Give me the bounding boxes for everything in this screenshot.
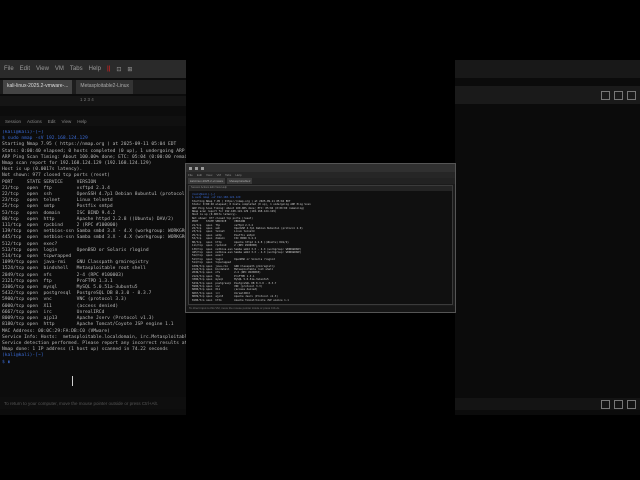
vm-tab-bar: kali-linux-2025.2-vmware-... Metasploita… <box>0 80 186 94</box>
mouse-cursor-icon <box>72 376 75 386</box>
vmware-statusbar: To return to your computer, move the mou… <box>0 397 186 409</box>
tab-metasploitable[interactable]: Metasploitable2-Linux <box>76 80 134 94</box>
mini-guest-screen[interactable]: Session Actions Edit View Help (kali@kal… <box>188 185 453 305</box>
usb-icon[interactable] <box>614 399 623 409</box>
close-icon[interactable] <box>627 90 636 100</box>
mini-menu-view[interactable]: View <box>206 173 212 177</box>
menu-view[interactable]: View <box>36 66 49 72</box>
output-line: Starting Nmap 7.95 ( https://nmap.org ) … <box>2 142 177 148</box>
mini-menu-edit[interactable]: Edit <box>197 173 202 177</box>
mini-titlebar <box>186 164 455 172</box>
menu-help-terminal[interactable]: Help <box>77 119 86 124</box>
sound-icon[interactable] <box>627 399 636 409</box>
menu-session[interactable]: Session <box>5 119 21 124</box>
menu-tabs[interactable]: Tabs <box>70 66 83 72</box>
mini-output-line: 8180/tcp open http Apache Tomcat/Coyote … <box>192 298 289 301</box>
workspace-switcher[interactable]: 1 2 3 4 <box>80 97 94 102</box>
vmware-window: File Edit View VM Tabs Help || ⊡ ⊞ kali-… <box>0 60 186 415</box>
mini-menu-help[interactable]: Help <box>235 173 241 177</box>
end-cursor-line: $ ▮ <box>2 359 11 365</box>
background-window-right <box>455 60 640 415</box>
mini-tab-kali[interactable]: kali-linux-2025.2-vmware <box>188 178 226 184</box>
mini-menu-tabs[interactable]: Tabs <box>225 173 231 177</box>
output-line: Stats: 0:00:40 elapsed; 0 hosts complete… <box>2 148 185 154</box>
mini-menu-vm[interactable]: VM <box>216 173 221 177</box>
maximize-icon[interactable] <box>614 90 623 100</box>
pause-icon[interactable]: || <box>107 66 110 72</box>
output-line: 8180/tcp open http Apache Tomcat/Coyote … <box>2 322 174 328</box>
right-statusbar <box>455 398 640 410</box>
mini-tab-bar: kali-linux-2025.2-vmware Metasploitable2 <box>186 178 455 184</box>
mini-terminal-output[interactable]: (kali@kali)-[~] $ sudo nmap -sV 192.168.1… <box>192 193 450 301</box>
terminal-output[interactable]: (kali@kali)-[~] $ sudo nmap -sV 192.168.1… <box>2 130 186 390</box>
mini-menu-file[interactable]: File <box>188 173 193 177</box>
minimize-icon[interactable] <box>601 90 610 100</box>
menu-file[interactable]: File <box>4 66 14 72</box>
vmware-mini-window[interactable]: File Edit View VM Tabs Help kali-linux-2… <box>185 163 456 313</box>
output-line: Service Info: Hosts: metasploitable.loca… <box>2 334 186 340</box>
fullscreen-icon[interactable]: ⊞ <box>127 66 132 73</box>
mini-panel-menu: Session Actions Edit View Help <box>191 186 227 189</box>
mini-terminal-menubar: Session Actions Edit View Help <box>189 186 452 191</box>
right-toolbar <box>455 86 640 104</box>
tab-kali[interactable]: kali-linux-2025.2-vmware-... <box>3 80 73 94</box>
guest-taskbar: 1 2 3 4 <box>0 96 186 106</box>
menu-edit[interactable]: Edit <box>20 66 30 72</box>
right-titlebar <box>455 60 640 78</box>
menu-edit-terminal[interactable]: Edit <box>48 119 56 124</box>
network-icon[interactable] <box>601 399 610 409</box>
output-line: 445/tcp open netbios-ssn Samba smbd 3.X … <box>2 235 186 241</box>
vmware-menubar: File Edit View VM Tabs Help || ⊡ ⊞ <box>0 60 186 78</box>
mini-settings-icon[interactable] <box>201 166 204 170</box>
menu-view-terminal[interactable]: View <box>62 119 72 124</box>
terminal-menubar: Session Actions Edit View Help <box>0 116 186 126</box>
settings-icon[interactable]: ⊡ <box>116 66 121 73</box>
mini-tab-metasploitable[interactable]: Metasploitable2 <box>227 178 253 184</box>
menu-help[interactable]: Help <box>89 66 101 72</box>
menu-vm[interactable]: VM <box>55 66 64 72</box>
mini-statusbar: To direct input to this VM, move the mou… <box>186 306 455 312</box>
menu-actions[interactable]: Actions <box>27 119 42 124</box>
mini-pause-icon[interactable] <box>195 166 198 170</box>
mini-app-icon <box>189 166 192 170</box>
